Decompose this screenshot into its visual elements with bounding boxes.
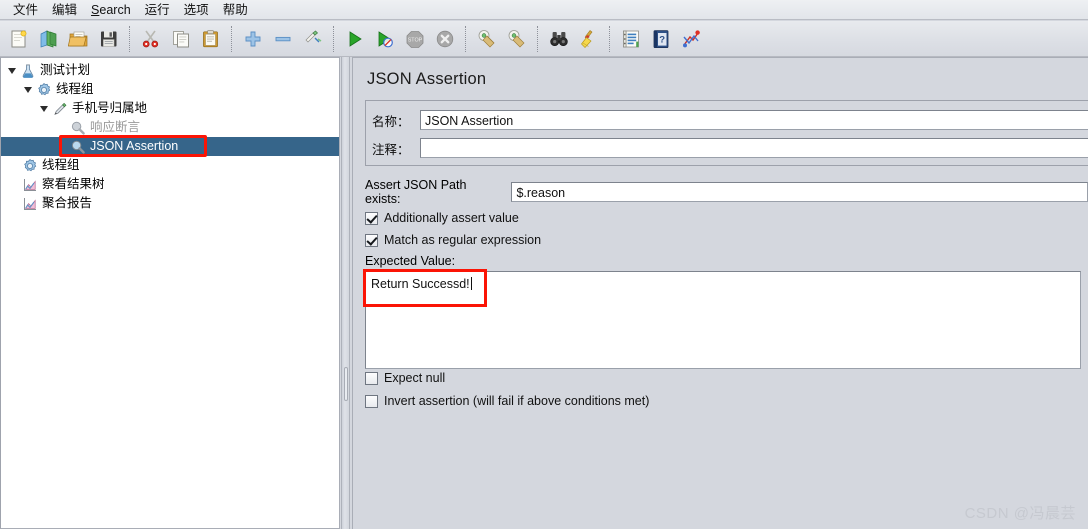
thread-group-icon bbox=[35, 81, 53, 98]
help-book-icon[interactable]: ? bbox=[646, 24, 676, 54]
templates-icon[interactable] bbox=[676, 24, 706, 54]
cut-scissors-icon[interactable] bbox=[136, 24, 166, 54]
menu-item-file[interactable]: 文件 bbox=[6, 1, 45, 19]
expected-value-textarea[interactable]: Return Successd! bbox=[365, 271, 1081, 369]
paste-clipboard-icon[interactable] bbox=[196, 24, 226, 54]
shutdown-icon[interactable] bbox=[430, 24, 460, 54]
search-reset-broom-icon[interactable] bbox=[574, 24, 604, 54]
json-path-input[interactable]: $.reason bbox=[511, 182, 1088, 202]
test-plan-tree-pane[interactable]: 测试计划 线程组 手机号归属地 响应断言 JSON Assertion 线程组 … bbox=[0, 57, 340, 529]
assertion-icon bbox=[69, 138, 87, 155]
invert-assertion-label: Invert assertion (will fail if above con… bbox=[384, 394, 650, 408]
expand-arrow-icon[interactable] bbox=[21, 80, 35, 99]
copy-icon[interactable] bbox=[166, 24, 196, 54]
listener-icon bbox=[21, 195, 39, 212]
toolbar-separator bbox=[231, 25, 233, 52]
open-folder-icon[interactable] bbox=[64, 24, 94, 54]
save-disk-icon[interactable] bbox=[94, 24, 124, 54]
test-plan-icon bbox=[19, 62, 37, 79]
name-label: 名称： bbox=[372, 114, 410, 129]
listener-icon bbox=[21, 176, 39, 193]
tree-node-label: JSON Assertion bbox=[90, 139, 179, 153]
expand-arrow-icon[interactable] bbox=[37, 99, 51, 118]
add-plus-icon[interactable] bbox=[238, 24, 268, 54]
json-path-row: Assert JSON Path exists: $.reason bbox=[365, 178, 1088, 206]
invert-assertion-checkbox[interactable] bbox=[365, 394, 378, 408]
tree-node-label: 测试计划 bbox=[40, 63, 91, 77]
menu-item-help[interactable]: 帮助 bbox=[216, 1, 255, 19]
expect-null-checkbox[interactable] bbox=[365, 371, 378, 385]
json-path-label: Assert JSON Path exists: bbox=[365, 178, 467, 206]
new-template-icon[interactable] bbox=[34, 24, 64, 54]
tree-node-label: 线程组 bbox=[42, 158, 80, 172]
menu-item-search[interactable]: Search bbox=[84, 1, 138, 19]
toolbar-separator bbox=[537, 25, 539, 52]
remove-minus-icon[interactable] bbox=[268, 24, 298, 54]
tree-node-response-assertion[interactable]: 响应断言 bbox=[1, 118, 339, 137]
assertion-icon bbox=[69, 119, 87, 136]
tree-node-aggregate-report[interactable]: 聚合报告 bbox=[1, 194, 339, 213]
match-regex-checkbox-row[interactable]: Match as regular expression bbox=[365, 231, 541, 249]
expected-value-label: Expected Value: bbox=[365, 254, 456, 268]
additionally-assert-value-checkbox-row[interactable]: Additionally assert value bbox=[365, 209, 519, 227]
stop-icon[interactable]: STOP bbox=[400, 24, 430, 54]
json-assertion-editor-pane: JSON Assertion 名称： JSON Assertion 注释： As… bbox=[352, 57, 1088, 529]
main-toolbar: STOP ? bbox=[0, 21, 1088, 57]
tree-node-label: 线程组 bbox=[56, 82, 94, 96]
text-caret bbox=[470, 277, 472, 290]
tree-node-view-results-tree[interactable]: 察看结果树 bbox=[1, 175, 339, 194]
tree-node-label: 响应断言 bbox=[90, 120, 141, 134]
name-field-row: 名称： JSON Assertion bbox=[372, 109, 1088, 131]
http-sampler-icon bbox=[51, 100, 69, 117]
new-file-icon[interactable] bbox=[4, 24, 34, 54]
comment-input[interactable] bbox=[420, 138, 1088, 158]
toggle-icon[interactable] bbox=[298, 24, 328, 54]
search-binoculars-icon[interactable] bbox=[544, 24, 574, 54]
expect-null-checkbox-row[interactable]: Expect null bbox=[365, 369, 445, 387]
svg-text:?: ? bbox=[659, 34, 665, 45]
divider-grip[interactable] bbox=[344, 367, 348, 401]
toolbar-separator bbox=[129, 25, 131, 52]
jmeter-window: 文件 编辑 Search 运行 选项 帮助 STOP ? 测试计划 线程组 手机… bbox=[0, 0, 1088, 529]
tree-node-thread-group-1[interactable]: 线程组 bbox=[1, 80, 339, 99]
tree-node-thread-group-2[interactable]: 线程组 bbox=[1, 156, 339, 175]
match-regex-label: Match as regular expression bbox=[384, 233, 542, 247]
menu-bar: 文件 编辑 Search 运行 选项 帮助 bbox=[0, 0, 1088, 20]
watermark: CSDN @冯晨芸 bbox=[964, 505, 1076, 522]
tree-node-json-assertion[interactable]: JSON Assertion bbox=[1, 137, 339, 156]
test-plan-tree[interactable]: 测试计划 线程组 手机号归属地 响应断言 JSON Assertion 线程组 … bbox=[1, 58, 339, 213]
start-no-timers-icon[interactable] bbox=[370, 24, 400, 54]
expected-value-string: Return Successd! bbox=[371, 277, 470, 291]
tree-node-label: 察看结果树 bbox=[42, 177, 105, 191]
thread-group-icon bbox=[21, 157, 39, 174]
comment-field-row: 注释： bbox=[372, 137, 1088, 159]
svg-text:STOP: STOP bbox=[408, 37, 423, 43]
name-input[interactable]: JSON Assertion bbox=[420, 110, 1088, 130]
toolbar-separator bbox=[465, 25, 467, 52]
tree-node-label: 聚合报告 bbox=[42, 196, 93, 210]
name-comment-group: 名称： JSON Assertion 注释： bbox=[365, 100, 1088, 166]
menu-item-options[interactable]: 选项 bbox=[177, 1, 216, 19]
menu-item-run[interactable]: 运行 bbox=[138, 1, 177, 19]
expected-value-text: Return Successd! bbox=[371, 276, 472, 292]
expand-arrow-icon[interactable] bbox=[5, 61, 19, 80]
clear-icon[interactable] bbox=[472, 24, 502, 54]
clear-all-icon[interactable] bbox=[502, 24, 532, 54]
toolbar-separator bbox=[333, 25, 335, 52]
comment-label: 注释： bbox=[372, 142, 410, 157]
menu-item-edit[interactable]: 编辑 bbox=[45, 1, 84, 19]
toolbar-separator bbox=[609, 25, 611, 52]
start-play-icon[interactable] bbox=[340, 24, 370, 54]
split-pane-divider[interactable] bbox=[341, 57, 350, 529]
function-helper-icon[interactable] bbox=[616, 24, 646, 54]
tree-node-test-plan[interactable]: 测试计划 bbox=[1, 61, 339, 80]
page-title: JSON Assertion bbox=[367, 70, 487, 88]
expect-null-label: Expect null bbox=[384, 371, 446, 385]
additionally-assert-value-checkbox[interactable] bbox=[365, 211, 378, 225]
tree-node-http-sampler[interactable]: 手机号归属地 bbox=[1, 99, 339, 118]
invert-assertion-checkbox-row[interactable]: Invert assertion (will fail if above con… bbox=[365, 392, 649, 410]
match-regex-checkbox[interactable] bbox=[365, 233, 378, 247]
additionally-assert-value-label: Additionally assert value bbox=[384, 211, 519, 225]
tree-node-label: 手机号归属地 bbox=[72, 101, 148, 115]
